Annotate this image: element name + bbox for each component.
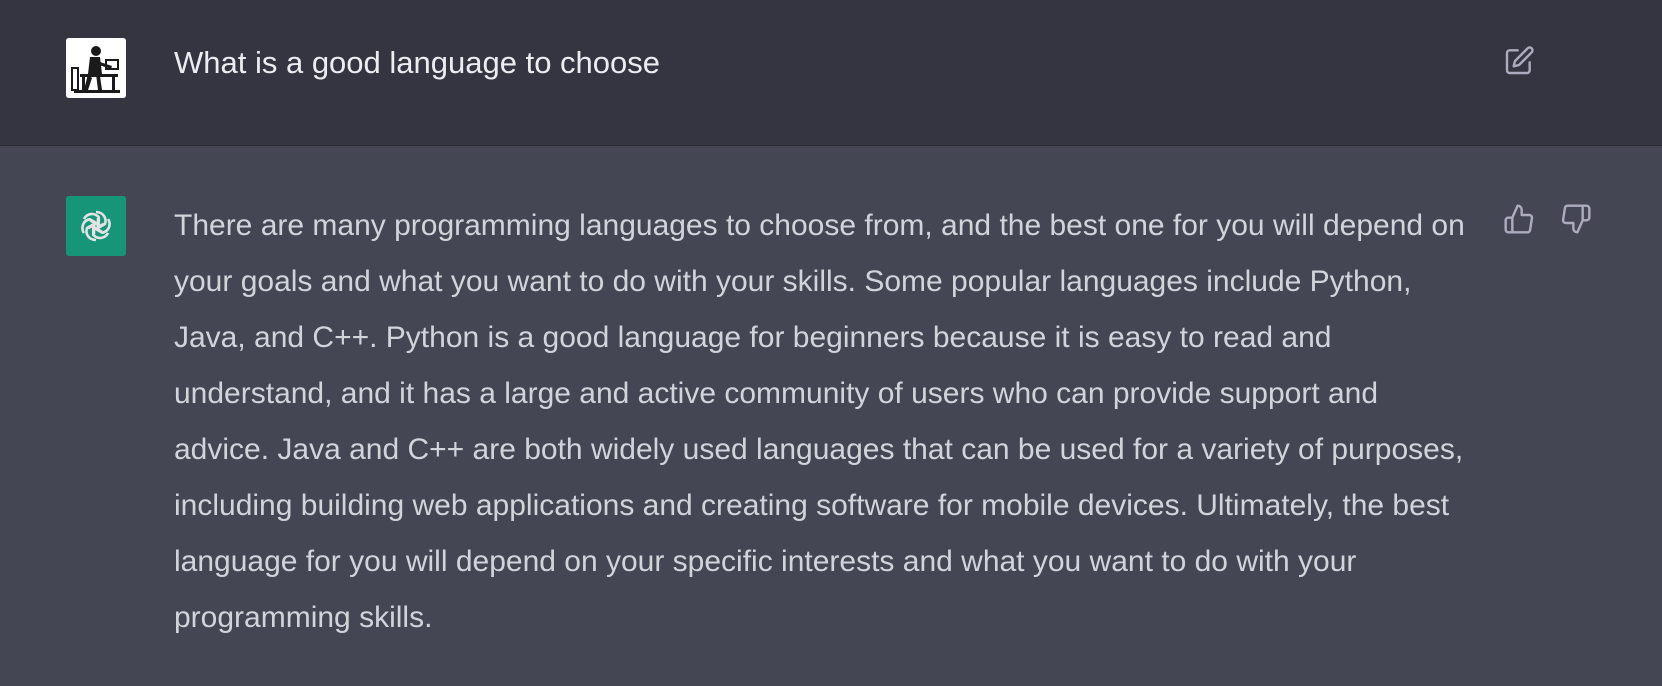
user-message-row: What is a good language to choose	[0, 0, 1662, 146]
assistant-avatar	[66, 196, 126, 256]
user-avatar-illustration-icon	[66, 38, 126, 98]
openai-logo-icon	[81, 210, 111, 242]
user-message-text: What is a good language to choose	[174, 45, 661, 80]
thumbs-up-icon[interactable]	[1503, 203, 1535, 235]
thumbs-down-icon[interactable]	[1560, 203, 1592, 235]
assistant-message-text: There are many programming languages to …	[174, 209, 1465, 634]
edit-icon[interactable]	[1503, 45, 1535, 77]
user-avatar	[66, 38, 126, 98]
